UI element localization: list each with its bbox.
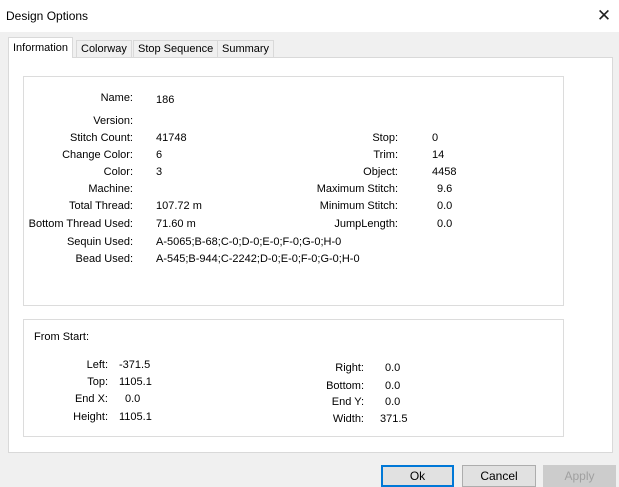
color-label: Color: — [103, 166, 133, 178]
end-x-value: 0.0 — [125, 393, 141, 405]
from-start-heading: From Start: — [34, 331, 90, 343]
color-value: 3 — [156, 166, 163, 178]
cancel-button[interactable]: Cancel — [462, 465, 536, 487]
end-y-value: 0.0 — [385, 396, 401, 408]
minimum-stitch-value: 0.0 — [437, 200, 453, 212]
maximum-stitch-value: 9.6 — [437, 183, 453, 195]
design-options-dialog: Design Options ✕ Information Colorway St… — [0, 0, 619, 487]
bead-used-label: Bead Used: — [75, 253, 133, 265]
top-label: Top: — [87, 376, 108, 388]
name-value: 186 — [156, 94, 175, 106]
maximum-stitch-label: Maximum Stitch: — [316, 183, 398, 195]
information-panel: Name: 186 Version: Stitch Count: 41748 C… — [8, 57, 613, 453]
tab-colorway[interactable]: Colorway — [76, 40, 132, 58]
left-label: Left: — [86, 359, 108, 371]
end-x-label: End X: — [74, 393, 108, 405]
version-label: Version: — [93, 115, 133, 127]
stop-label: Stop: — [372, 132, 398, 144]
ok-button[interactable]: Ok — [381, 465, 454, 487]
tab-stop-sequence[interactable]: Stop Sequence — [133, 40, 219, 58]
dialog-body: Information Colorway Stop Sequence Summa… — [0, 32, 619, 487]
machine-label: Machine: — [88, 183, 133, 195]
close-icon[interactable]: ✕ — [593, 6, 615, 28]
jump-length-value: 0.0 — [437, 218, 453, 230]
design-info-group: Name: 186 Version: Stitch Count: 41748 C… — [23, 76, 564, 306]
change-color-value: 6 — [156, 149, 163, 161]
tab-information[interactable]: Information — [8, 37, 74, 58]
window-title: Design Options — [6, 9, 89, 23]
sequin-used-label: Sequin Used: — [66, 236, 133, 248]
trim-label: Trim: — [373, 149, 398, 161]
stitch-count-label: Stitch Count: — [70, 132, 133, 144]
bottom-value: 0.0 — [385, 380, 401, 392]
right-label: Right: — [335, 362, 364, 374]
change-color-label: Change Color: — [62, 149, 133, 161]
height-value: 1105.1 — [119, 411, 152, 423]
from-start-group: From Start: Left: -371.5 Top: 1105.1 End… — [23, 319, 564, 437]
title-bar: Design Options ✕ — [0, 0, 619, 32]
right-value: 0.0 — [385, 362, 401, 374]
object-value: 4458 — [432, 166, 457, 178]
top-value: 1105.1 — [119, 376, 152, 388]
name-label: Name: — [100, 92, 133, 104]
width-label: Width: — [332, 413, 364, 425]
bottom-thread-value: 71.60 m — [156, 218, 196, 230]
trim-value: 14 — [432, 149, 445, 161]
left-value: -371.5 — [119, 359, 151, 371]
tab-summary[interactable]: Summary — [217, 40, 275, 58]
jump-length-label: JumpLength: — [334, 218, 398, 230]
total-thread-label: Total Thread: — [68, 200, 133, 212]
bottom-label: Bottom: — [326, 380, 364, 392]
sequin-used-value: A-5065;B-68;C-0;D-0;E-0;F-0;G-0;H-0 — [156, 236, 342, 248]
apply-button[interactable]: Apply — [543, 465, 616, 487]
stop-value: 0 — [432, 132, 439, 144]
width-value: 371.5 — [380, 413, 408, 425]
total-thread-value: 107.72 m — [156, 200, 202, 212]
object-label: Object: — [363, 166, 398, 178]
bottom-thread-label: Bottom Thread Used: — [28, 218, 133, 230]
bead-used-value: A-545;B-944;C-2242;D-0;E-0;F-0;G-0;H-0 — [156, 253, 360, 265]
stitch-count-value: 41748 — [156, 132, 187, 144]
minimum-stitch-label: Minimum Stitch: — [319, 200, 398, 212]
end-y-label: End Y: — [331, 396, 364, 408]
height-label: Height: — [73, 411, 108, 423]
